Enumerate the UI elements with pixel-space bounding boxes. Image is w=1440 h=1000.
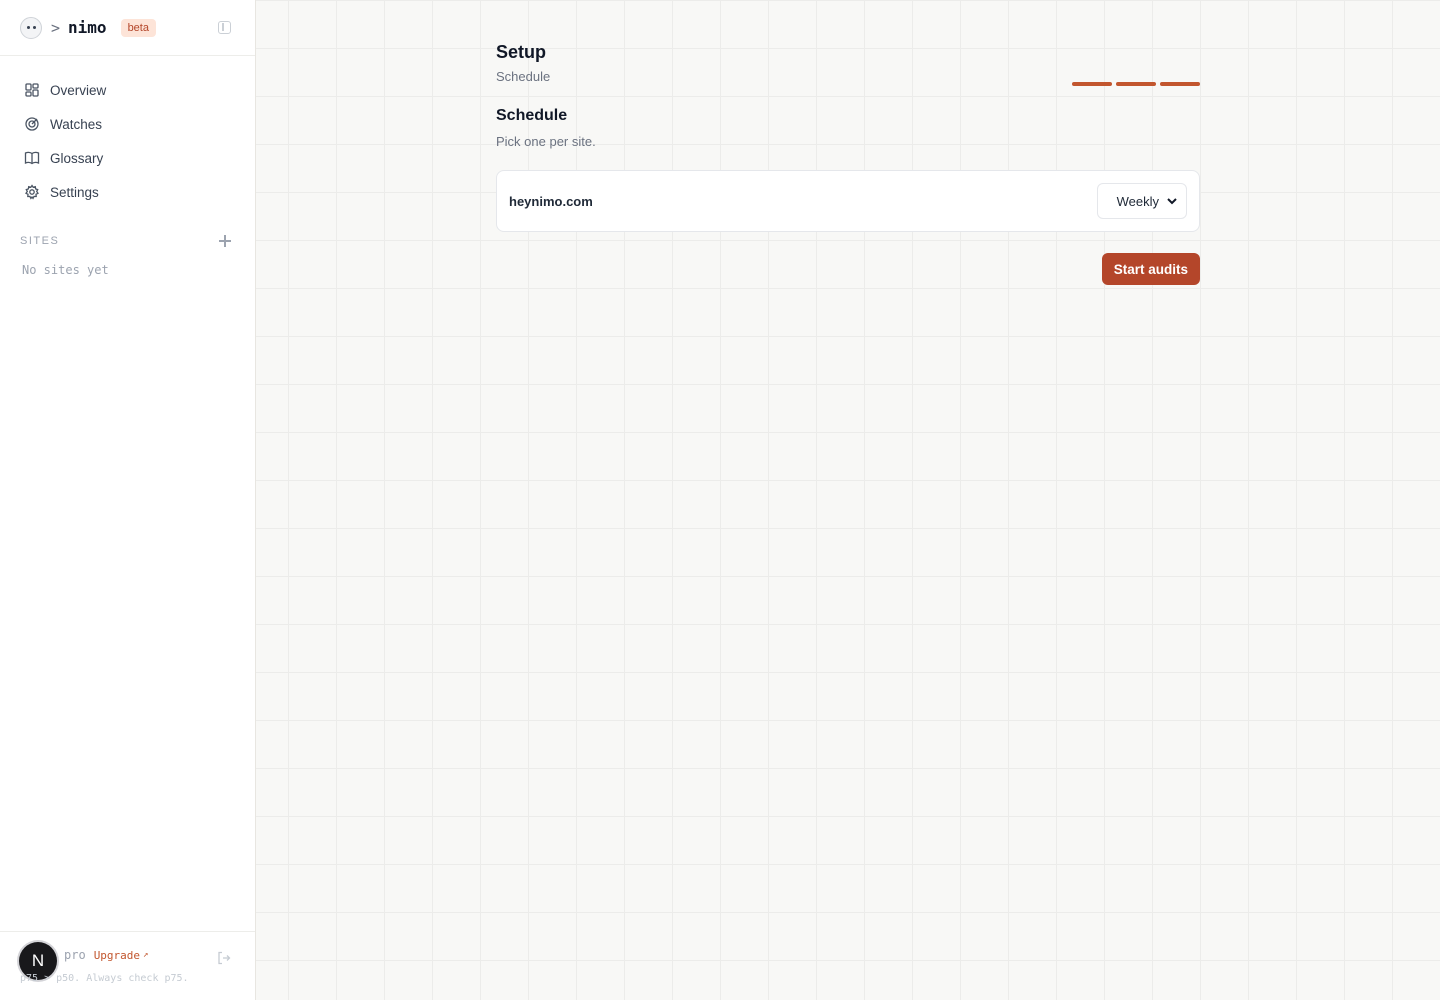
sidebar-footer: N pro Upgrade ↗ p75 > p50. Always check … xyxy=(0,931,255,1000)
sidebar: > nimo beta Overview Watches Glossary Se… xyxy=(0,0,256,1000)
sites-label: SITES xyxy=(20,235,60,247)
brand-name[interactable]: nimo xyxy=(68,18,107,37)
site-domain: heynimo.com xyxy=(509,193,593,209)
sidebar-nav: Overview Watches Glossary Settings xyxy=(0,56,255,209)
sidebar-item-label: Overview xyxy=(50,82,107,98)
sites-section-header: SITES xyxy=(0,231,255,251)
sidebar-item-glossary[interactable]: Glossary xyxy=(0,141,255,175)
book-icon xyxy=(24,151,40,165)
progress-step xyxy=(1160,82,1200,86)
nimo-logo-icon[interactable] xyxy=(20,16,42,39)
radar-icon xyxy=(25,117,39,131)
section-title: Schedule xyxy=(496,107,568,124)
sidebar-collapse-icon[interactable] xyxy=(218,21,231,34)
setup-content: Setup Schedule Schedule Pick one per sit… xyxy=(496,42,1200,285)
section-description: Pick one per site. xyxy=(496,134,596,149)
logo-eye-left xyxy=(26,26,30,29)
plan-label: pro xyxy=(64,948,86,962)
actions-row: Start audits xyxy=(496,253,1200,285)
sidebar-tip: p75 > p50. Always check p75. xyxy=(20,973,189,984)
sidebar-item-label: Watches xyxy=(50,116,103,132)
logo-eye-right xyxy=(32,26,36,29)
sidebar-item-overview[interactable]: Overview xyxy=(0,73,255,107)
sites-empty-state: No sites yet xyxy=(22,263,109,277)
frequency-value: Weekly xyxy=(1116,193,1159,209)
start-audits-button[interactable]: Start audits xyxy=(1101,253,1200,285)
logout-icon[interactable] xyxy=(217,951,231,965)
beta-badge: beta xyxy=(120,18,156,37)
add-site-plus-icon[interactable] xyxy=(219,235,231,247)
sidebar-item-label: Glossary xyxy=(50,150,104,166)
sidebar-item-watches[interactable]: Watches xyxy=(0,107,255,141)
page-title: Setup xyxy=(496,42,547,62)
frequency-select[interactable]: Weekly xyxy=(1097,183,1187,219)
site-schedule-row: heynimo.com Weekly xyxy=(496,170,1200,232)
progress-step xyxy=(1072,82,1112,86)
chevron-down-icon xyxy=(1167,197,1177,204)
external-arrow-icon: ↗ xyxy=(143,950,149,960)
upgrade-link[interactable]: Upgrade xyxy=(94,949,140,962)
plan-row: pro Upgrade ↗ xyxy=(64,948,148,962)
grid-icon xyxy=(25,83,39,97)
gear-icon xyxy=(25,184,39,200)
sidebar-item-settings[interactable]: Settings xyxy=(0,175,255,209)
brand-header: > nimo beta xyxy=(0,0,255,56)
progress-step xyxy=(1116,82,1156,86)
sidebar-item-label: Settings xyxy=(50,184,99,200)
main-area: Setup Schedule Schedule Pick one per sit… xyxy=(256,0,1440,1000)
brand-prompt: > xyxy=(51,18,61,37)
step-progress xyxy=(1072,82,1200,86)
